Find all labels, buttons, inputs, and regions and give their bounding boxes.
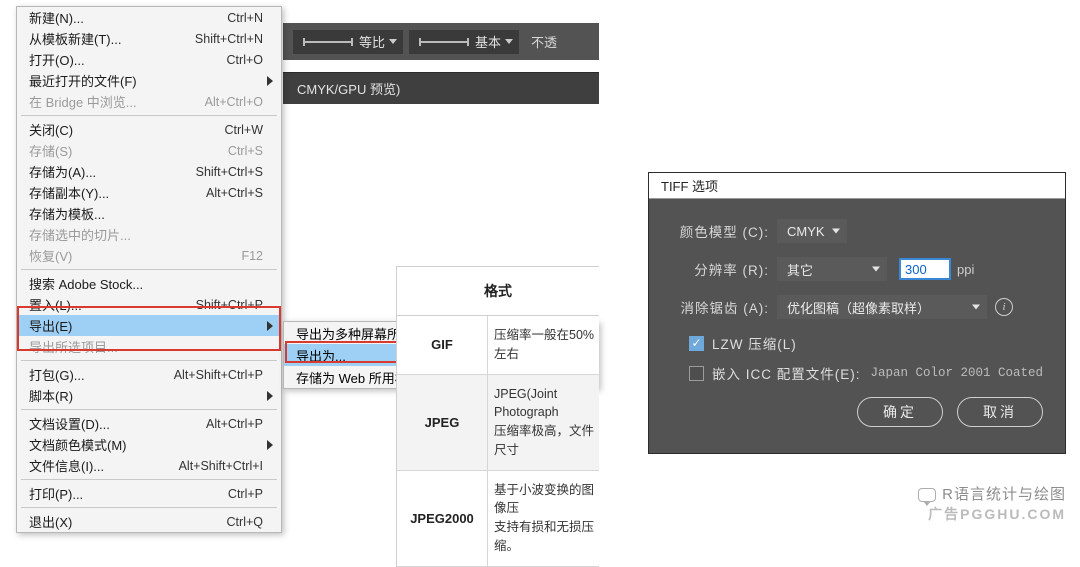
tiff-color-label: 颜色模型 (C): xyxy=(667,221,777,241)
tiff-icc-checkbox[interactable]: 嵌入 ICC 配置文件(E): Japan Color 2001 Coated xyxy=(689,363,1047,383)
cancel-button[interactable]: 取消 xyxy=(957,397,1043,427)
tiff-color-select[interactable]: CMYK xyxy=(777,219,847,243)
tiff-dialog-title: TIFF 选项 xyxy=(649,173,1065,199)
file-menu-item[interactable]: 文档设置(D)...Alt+Ctrl+P xyxy=(17,413,281,434)
ok-button[interactable]: 确定 xyxy=(857,397,943,427)
info-icon[interactable]: i xyxy=(995,298,1013,316)
tiff-res-unit: ppi xyxy=(957,262,974,277)
file-menu-item[interactable]: 导出(E) xyxy=(17,315,281,336)
chevron-right-icon xyxy=(267,440,273,450)
file-menu-item[interactable]: 最近打开的文件(F) xyxy=(17,70,281,91)
app-toolbar: 等比 基本 不透 xyxy=(283,23,599,60)
tiff-dialog: TIFF 选项 颜色模型 (C): CMYK 分辨率 (R): 其它 ppi 消… xyxy=(648,172,1066,454)
file-menu-item[interactable]: 文件信息(I)...Alt+Shift+Ctrl+I xyxy=(17,455,281,476)
format-panel: 格式 GIF压缩率一般在50%左右JPEGJPEG(Joint Photogra… xyxy=(396,266,599,567)
chevron-right-icon xyxy=(267,391,273,401)
toolbar-trailing-text: 不透 xyxy=(531,32,557,51)
file-menu-item[interactable]: 存储副本(Y)...Alt+Ctrl+S xyxy=(17,182,281,203)
file-menu-item[interactable]: 新建(N)...Ctrl+N xyxy=(17,7,281,28)
tiff-lzw-checkbox[interactable]: LZW 压缩(L) xyxy=(689,333,1047,353)
file-menu-item[interactable]: 打印(P)...Ctrl+P xyxy=(17,483,281,504)
tiff-aa-select[interactable]: 优化图稿（超像素取样） xyxy=(777,295,987,319)
format-row: JPEG2000基于小波变换的图像压支持有损和无损压缩。 xyxy=(397,471,599,567)
file-menu-item: 在 Bridge 中浏览...Alt+Ctrl+O xyxy=(17,91,281,112)
file-menu-item[interactable]: 搜索 Adobe Stock... xyxy=(17,273,281,294)
file-menu-item[interactable]: 存储为模板... xyxy=(17,203,281,224)
tiff-res-label: 分辨率 (R): xyxy=(667,259,777,279)
toolbar-basic-select[interactable]: 基本 xyxy=(409,30,519,54)
file-menu-item[interactable]: 打开(O)...Ctrl+O xyxy=(17,49,281,70)
file-menu-item[interactable]: 打包(G)...Alt+Shift+Ctrl+P xyxy=(17,364,281,385)
file-menu-item[interactable]: 关闭(C)Ctrl+W xyxy=(17,119,281,140)
tiff-aa-label: 消除锯齿 (A): xyxy=(667,297,777,317)
format-row: GIF压缩率一般在50%左右 xyxy=(397,316,599,375)
toolbar-scale-select[interactable]: 等比 xyxy=(293,30,403,54)
chevron-right-icon xyxy=(267,76,273,86)
watermark: R语言统计与绘图 广告PGGHU.COM xyxy=(918,484,1066,525)
file-menu-item[interactable]: 退出(X)Ctrl+Q xyxy=(17,511,281,532)
file-menu-item[interactable]: 文档颜色模式(M) xyxy=(17,434,281,455)
file-menu-item: 存储(S)Ctrl+S xyxy=(17,140,281,161)
file-menu-item[interactable]: 置入(L)...Shift+Ctrl+P xyxy=(17,294,281,315)
chevron-right-icon xyxy=(267,321,273,331)
document-tab[interactable]: CMYK/GPU 预览) xyxy=(283,72,599,104)
tiff-res-select[interactable]: 其它 xyxy=(777,257,887,281)
file-menu-item[interactable]: 脚本(R) xyxy=(17,385,281,406)
file-menu-item[interactable]: 从模板新建(T)...Shift+Ctrl+N xyxy=(17,28,281,49)
file-menu: 新建(N)...Ctrl+N从模板新建(T)...Shift+Ctrl+N打开(… xyxy=(16,6,282,533)
file-menu-item: 恢复(V)F12 xyxy=(17,245,281,266)
tiff-res-input[interactable] xyxy=(899,258,951,280)
file-menu-item: 存储选中的切片... xyxy=(17,224,281,245)
format-row: JPEGJPEG(Joint Photograph压缩率极高，文件尺寸 xyxy=(397,375,599,471)
format-header: 格式 xyxy=(397,267,599,316)
file-menu-item[interactable]: 存储为(A)...Shift+Ctrl+S xyxy=(17,161,281,182)
file-menu-item: 导出所选项目... xyxy=(17,336,281,357)
